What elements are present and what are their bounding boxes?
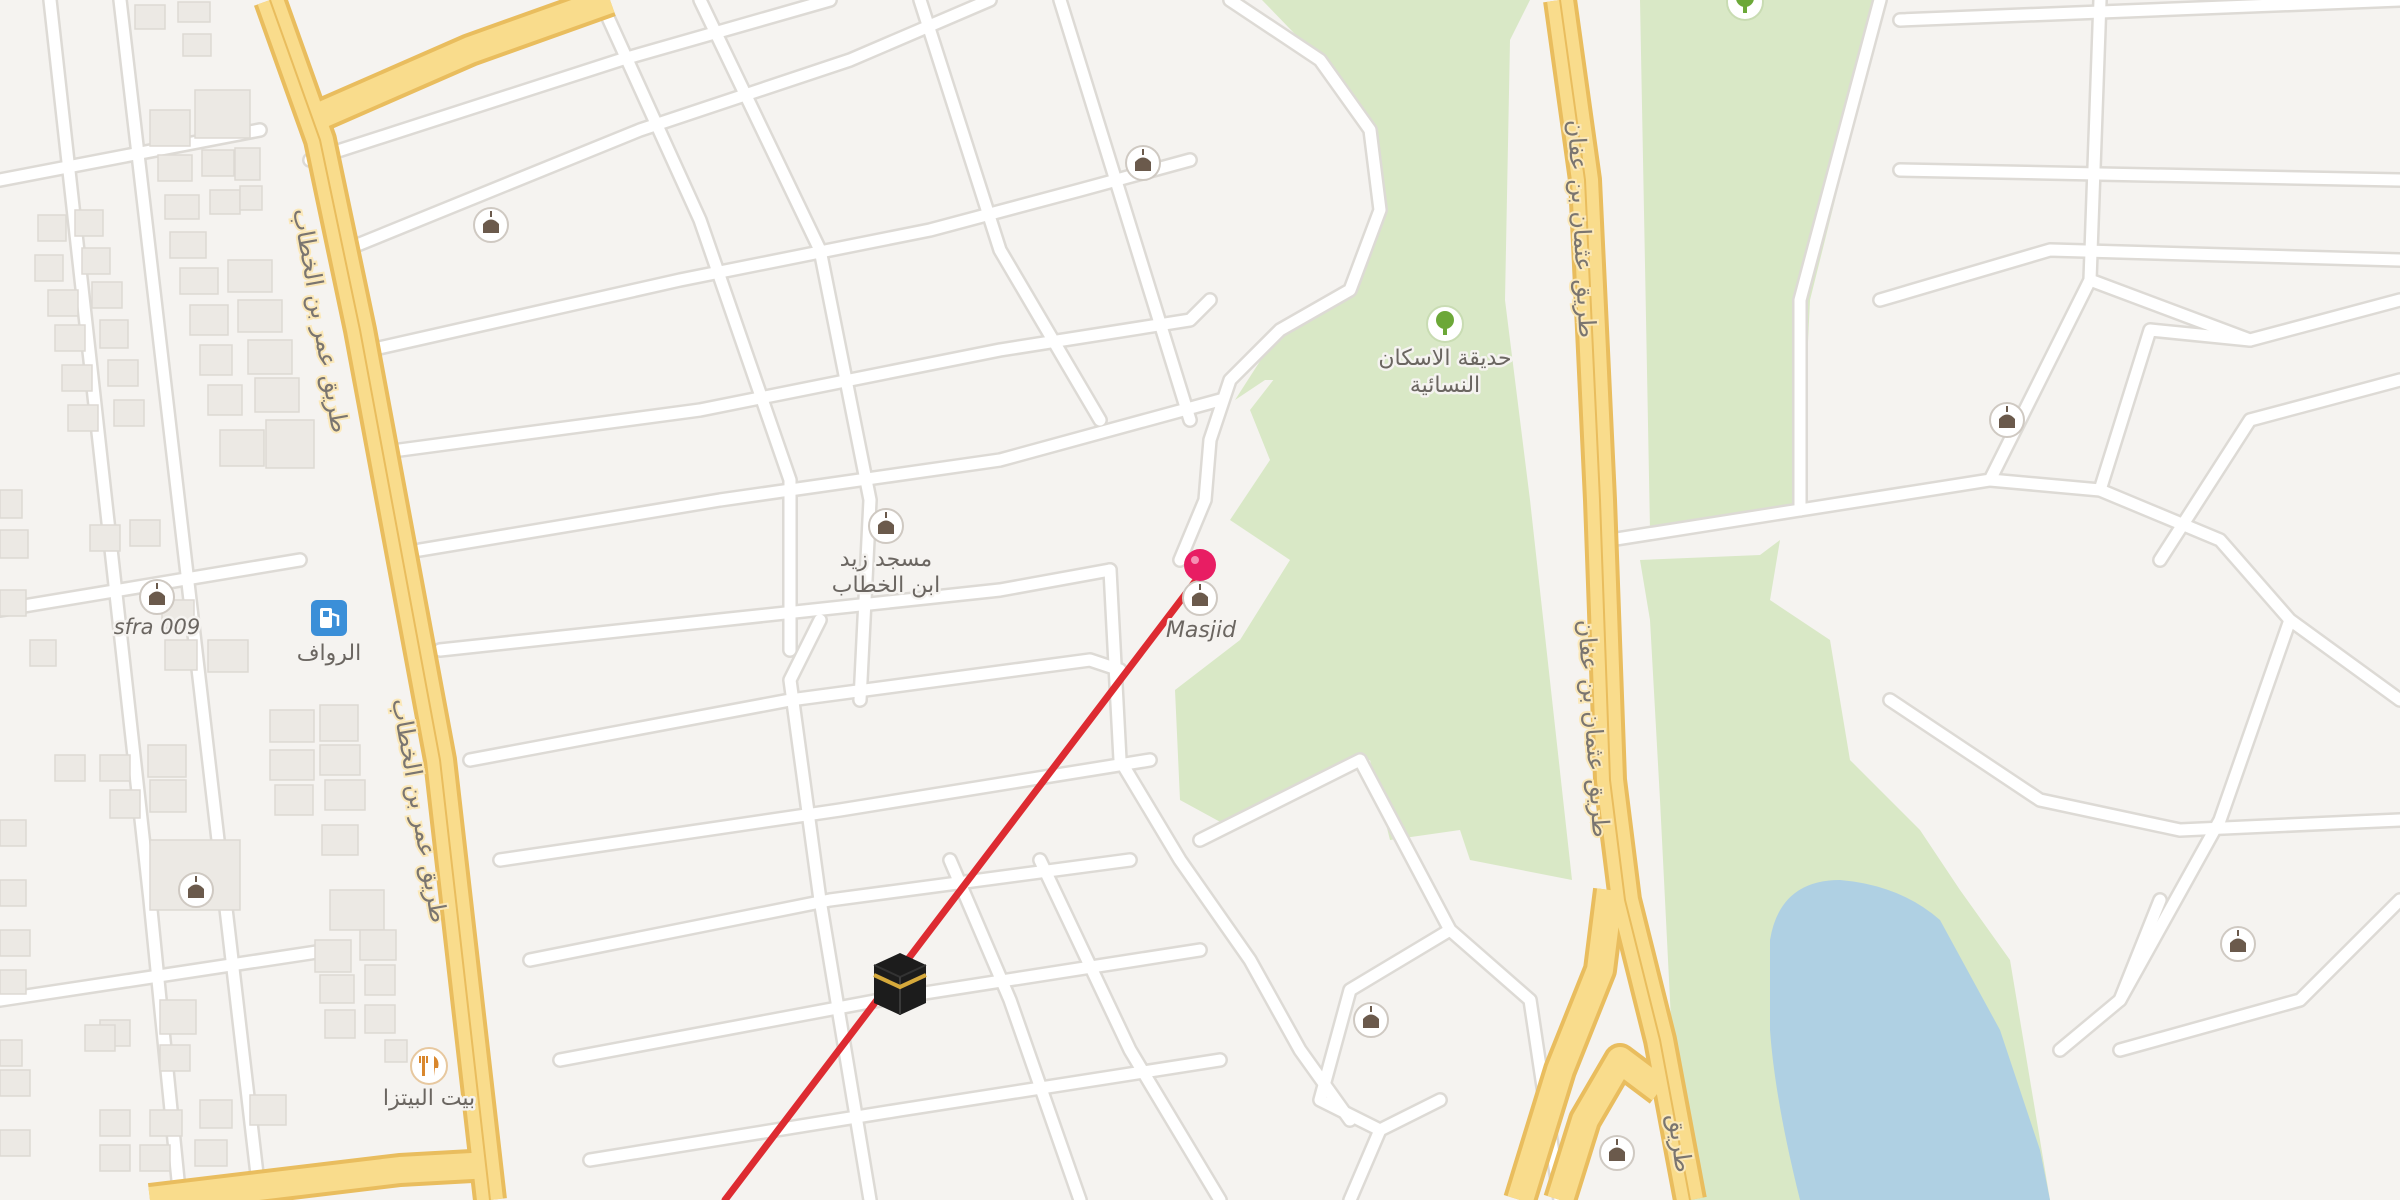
tree-icon[interactable] [1426, 305, 1464, 343]
restaurant-label: بيت البيتزا [383, 1086, 475, 1111]
park-label-line1: حديقة الاسكان [1378, 346, 1511, 371]
mosque-icon[interactable] [473, 207, 509, 243]
fork-knife-icon[interactable] [410, 1047, 448, 1085]
location-pin-icon[interactable] [1184, 549, 1216, 581]
park-label-line2: النسائية [1410, 373, 1480, 398]
mosque-icon[interactable] [1353, 1002, 1389, 1038]
fuel-station-icon[interactable] [311, 600, 347, 636]
masjid-label: Masjid [1166, 618, 1237, 643]
mosque-icon[interactable] [1125, 145, 1161, 181]
mosque-label-line1: مسجد زيد [840, 547, 932, 572]
mosque-icon[interactable] [1599, 1135, 1635, 1171]
fuel-label: الرواف [297, 641, 362, 666]
mosque-icon[interactable] [139, 579, 175, 615]
mosque-icon[interactable] [1989, 402, 2025, 438]
sfra-label: sfra 009 [114, 615, 201, 639]
mosque-icon[interactable] [2220, 926, 2256, 962]
map-canvas[interactable]: طريق عمر بن الخطاب طريق عمر بن الخطاب طر… [0, 0, 2400, 1200]
mosque-icon[interactable] [868, 508, 904, 544]
mosque-icon[interactable] [178, 872, 214, 908]
mosque-label-line2: ابن الخطاب [832, 573, 940, 598]
kaaba-icon[interactable] [873, 953, 927, 1015]
mosque-icon[interactable] [1182, 580, 1218, 616]
